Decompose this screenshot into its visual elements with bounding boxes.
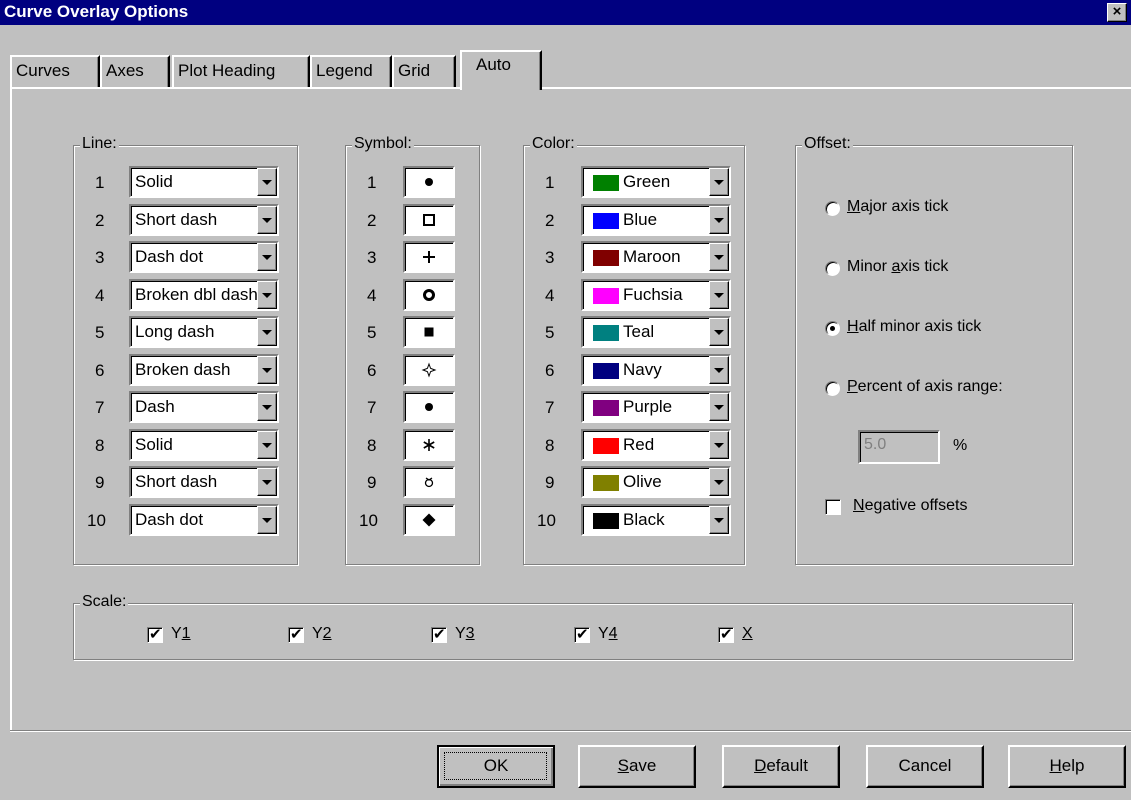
- close-button[interactable]: ×: [1107, 3, 1127, 22]
- button-label: Save: [617, 756, 657, 775]
- tab-axes-label: Axes: [106, 61, 144, 80]
- separator: [10, 730, 1131, 732]
- tab-grid-label: Grid: [398, 61, 431, 80]
- tab-grid[interactable]: Grid: [392, 55, 456, 87]
- tab-auto[interactable]: Auto: [460, 50, 542, 90]
- close-icon: ×: [1112, 3, 1122, 20]
- button-label: OK: [483, 756, 509, 775]
- window-title: Curve Overlay Options: [4, 2, 189, 21]
- button-label: Help: [1049, 756, 1085, 775]
- cancel-button[interactable]: Cancel: [866, 745, 984, 788]
- button-label: Cancel: [898, 756, 952, 775]
- tab-legend-label: Legend: [316, 61, 373, 80]
- tab-legend[interactable]: Legend: [310, 55, 392, 87]
- save-button[interactable]: Save: [578, 745, 696, 788]
- tab-auto-label: Auto: [476, 55, 511, 74]
- tab-curves-label: Curves: [16, 61, 70, 80]
- tab-axes[interactable]: Axes: [100, 55, 170, 87]
- tab-curves[interactable]: Curves: [10, 55, 100, 87]
- default-button[interactable]: Default: [722, 745, 840, 788]
- help-button[interactable]: Help: [1008, 745, 1126, 788]
- tab-panel-auto: [10, 87, 1131, 730]
- tab-plot-heading-label: Plot Heading: [178, 61, 276, 80]
- title-bar: Curve Overlay Options ×: [0, 0, 1131, 25]
- ok-button[interactable]: OK: [437, 745, 555, 788]
- button-label: Default: [754, 756, 808, 775]
- tab-plot-heading[interactable]: Plot Heading: [172, 55, 310, 87]
